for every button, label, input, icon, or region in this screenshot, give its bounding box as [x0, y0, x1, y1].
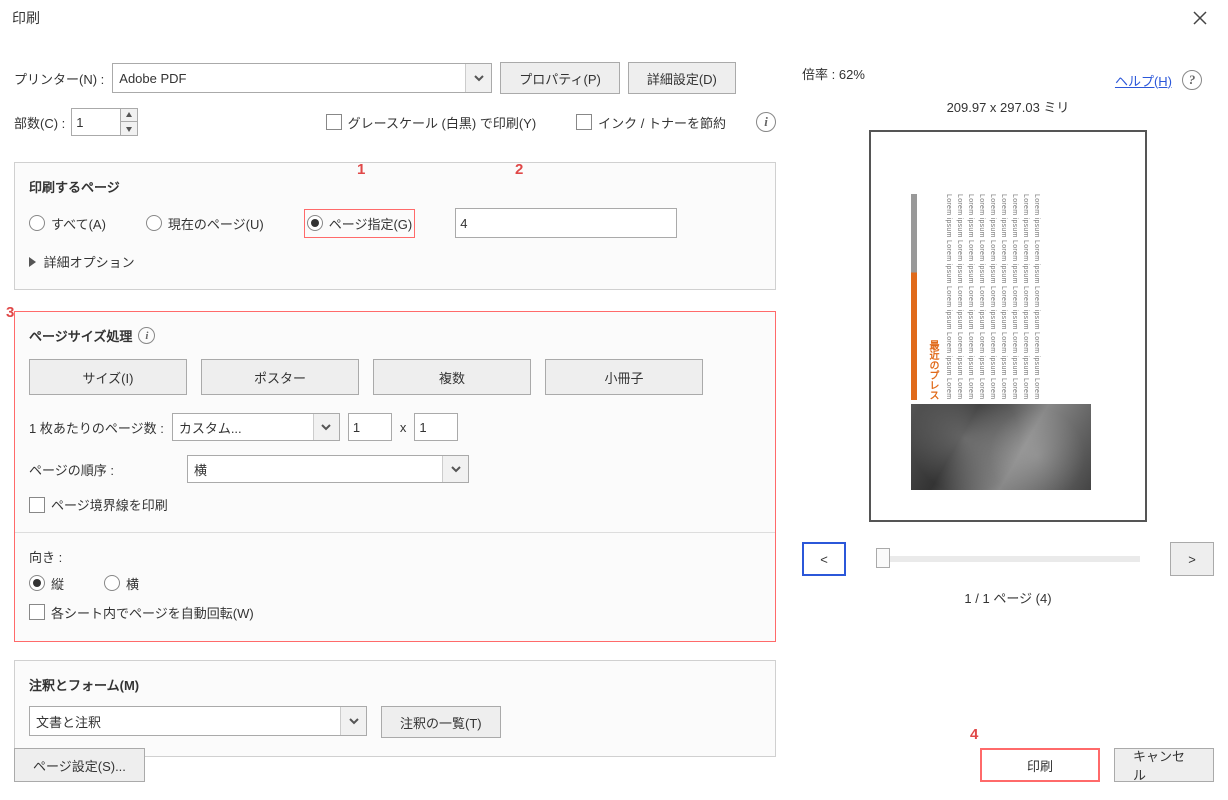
- grayscale-checkbox[interactable]: グレースケール (白黒) で印刷(Y): [326, 113, 537, 132]
- help-link[interactable]: ヘルプ(H): [1115, 71, 1172, 90]
- per-sheet-label: 1 枚あたりのページ数 :: [29, 418, 164, 437]
- dialog-title: 印刷: [12, 8, 40, 28]
- prev-page-button[interactable]: <: [802, 542, 846, 576]
- comments-select[interactable]: 文書と注釈: [29, 706, 367, 736]
- save-ink-checkbox[interactable]: インク / トナーを節約: [576, 113, 726, 132]
- auto-rotate-checkbox[interactable]: 各シート内でページを自動回転(W): [29, 603, 254, 622]
- printer-select[interactable]: Adobe PDF: [112, 63, 492, 93]
- pager-label: 1 / 1 ページ (4): [802, 588, 1214, 607]
- preview-orange-text: 最近のプレス: [925, 340, 940, 400]
- pages-to-print-heading: 印刷するページ: [29, 177, 761, 196]
- radio-current[interactable]: 現在のページ(U): [146, 214, 264, 233]
- expand-triangle-icon[interactable]: [29, 257, 36, 267]
- preview-canvas: 最近のプレス Lorem ipsum Lorem ipsum Lorem ips…: [869, 130, 1147, 522]
- more-options-label[interactable]: 詳細オプション: [44, 255, 135, 270]
- x-label: x: [400, 420, 407, 435]
- chevron-down-icon: [313, 414, 339, 440]
- rows-input[interactable]: [414, 413, 458, 441]
- booklet-button[interactable]: 小冊子: [545, 359, 703, 395]
- chevron-down-icon: [340, 707, 366, 735]
- radio-all[interactable]: すべて(A): [29, 214, 106, 233]
- size-handling-heading: ページサイズ処理: [29, 326, 132, 345]
- print-button[interactable]: 印刷: [980, 748, 1100, 782]
- spin-down-icon[interactable]: [121, 122, 137, 135]
- per-sheet-select[interactable]: カスタム...: [172, 413, 340, 441]
- spin-up-icon[interactable]: [121, 109, 137, 122]
- comments-heading: 注釈とフォーム(M): [29, 675, 761, 694]
- orientation-label: 向き :: [29, 547, 761, 566]
- zoom-slider[interactable]: [876, 556, 1140, 562]
- pages-input[interactable]: [455, 208, 677, 238]
- chevron-down-icon: [465, 64, 491, 92]
- radio-pages[interactable]: ページ指定(G): [304, 209, 416, 238]
- scale-value: 62%: [839, 67, 865, 82]
- next-page-button[interactable]: >: [1170, 542, 1214, 576]
- copies-label: 部数(C) :: [14, 113, 65, 132]
- printer-label: プリンター(N) :: [14, 69, 104, 88]
- summarize-comments-button[interactable]: 注釈の一覧(T): [381, 706, 501, 738]
- multiple-button[interactable]: 複数: [373, 359, 531, 395]
- cancel-button[interactable]: キャンセル: [1114, 748, 1214, 782]
- cols-input[interactable]: [348, 413, 392, 441]
- advanced-settings-button[interactable]: 詳細設定(D): [628, 62, 736, 94]
- poster-button[interactable]: ポスター: [201, 359, 359, 395]
- page-border-checkbox[interactable]: ページ境界線を印刷: [29, 495, 168, 514]
- size-button[interactable]: サイズ(I): [29, 359, 187, 395]
- annotation-4: 4: [970, 726, 978, 743]
- radio-landscape[interactable]: 横: [104, 574, 139, 593]
- order-label: ページの順序 :: [29, 460, 179, 479]
- copies-spinner[interactable]: [71, 108, 138, 136]
- preview-image: [911, 404, 1091, 490]
- copies-input[interactable]: [72, 109, 120, 135]
- page-setup-button[interactable]: ページ設定(S)...: [14, 748, 145, 782]
- chevron-down-icon: [442, 456, 468, 482]
- help-icon[interactable]: ?: [1182, 70, 1202, 90]
- annotation-2: 2: [515, 161, 523, 178]
- close-button[interactable]: [1184, 2, 1216, 34]
- properties-button[interactable]: プロパティ(P): [500, 62, 620, 94]
- info-icon[interactable]: i: [138, 327, 155, 344]
- dimensions-label: 209.97 x 297.03 ミリ: [802, 97, 1214, 116]
- radio-portrait[interactable]: 縦: [29, 574, 64, 593]
- scale-label: 倍率 :: [802, 67, 835, 82]
- annotation-1: 1: [357, 161, 365, 178]
- info-icon[interactable]: i: [756, 112, 776, 132]
- order-select[interactable]: 横: [187, 455, 469, 483]
